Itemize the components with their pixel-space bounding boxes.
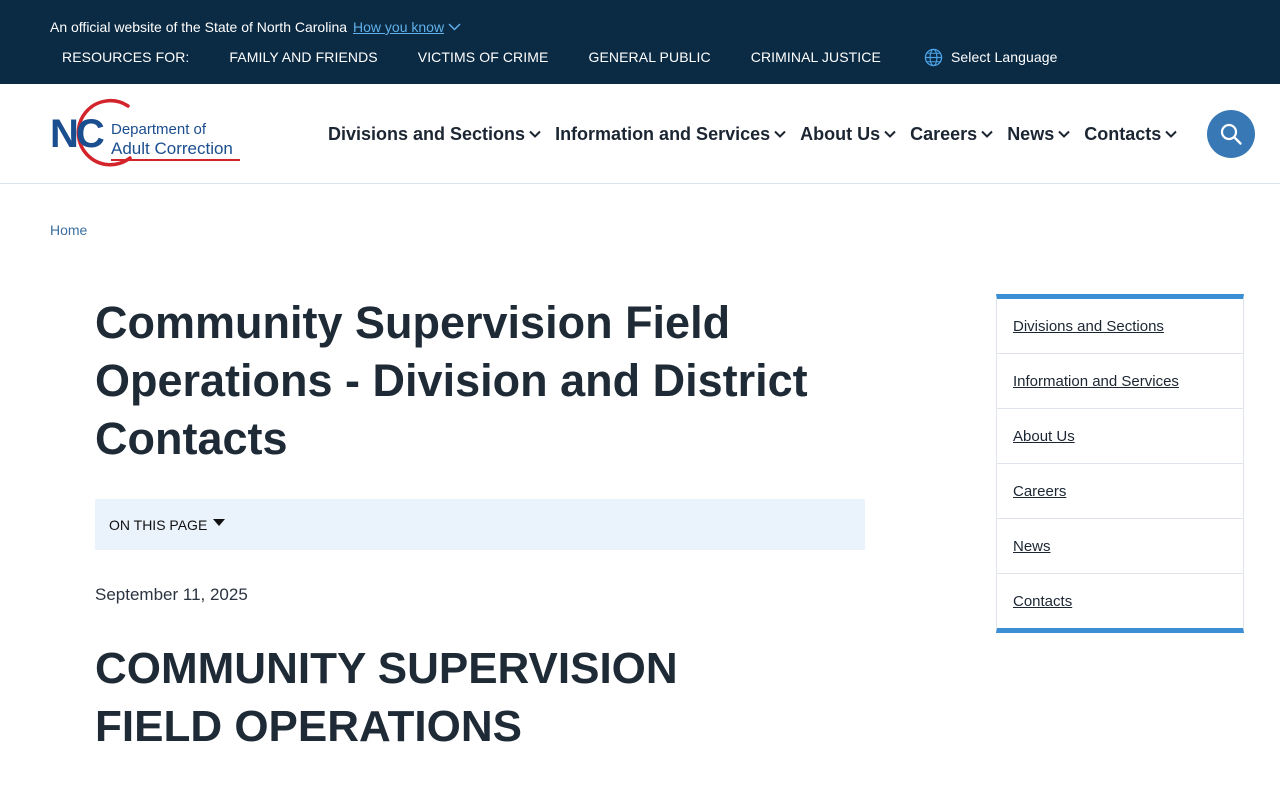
chevron-down-icon <box>1058 130 1070 138</box>
section-heading: COMMUNITY SUPERVISION FIELD OPERATIONS <box>95 644 678 751</box>
logo-line-2: Adult Correction <box>111 139 233 158</box>
how-you-know-link[interactable]: How you know <box>353 19 461 35</box>
nav-contacts[interactable]: Contacts <box>1084 124 1177 145</box>
nav-label: About Us <box>800 123 881 144</box>
official-notice: An official website of the State of Nort… <box>50 17 461 37</box>
resource-link-general-public[interactable]: GENERAL PUBLIC <box>588 49 710 65</box>
logo-underline <box>111 159 240 161</box>
nav-news[interactable]: News <box>1007 124 1070 145</box>
how-you-know-label: How you know <box>353 19 445 35</box>
sidebar-item-news[interactable]: News <box>997 519 1243 574</box>
post-date: September 11, 2025 <box>95 585 248 604</box>
sidebar-item-contacts[interactable]: Contacts <box>997 574 1243 628</box>
chevron-down-icon <box>529 130 541 138</box>
nav-label: Careers <box>910 123 978 144</box>
nav-label: Contacts <box>1084 123 1162 144</box>
nav-careers[interactable]: Careers <box>910 124 993 145</box>
nav-label: News <box>1007 123 1055 144</box>
agency-logo[interactable]: NC Department of Adult Correction <box>50 96 246 172</box>
on-this-page-toggle[interactable]: ON THIS PAGE <box>95 499 865 550</box>
globe-icon <box>924 48 943 66</box>
sidebar-item-divisions-and-sections[interactable]: Divisions and Sections <box>997 299 1243 354</box>
sidebar-item-information-and-services[interactable]: Information and Services <box>997 354 1243 409</box>
chevron-down-icon <box>884 130 896 138</box>
search-icon <box>1220 123 1242 145</box>
breadcrumb-home[interactable]: Home <box>50 222 87 238</box>
on-this-page-label: ON THIS PAGE <box>109 516 208 533</box>
page-title: Community Supervision Field Operations -… <box>95 297 808 464</box>
chevron-down-icon <box>981 130 993 138</box>
site-header: NC Department of Adult Correction Divisi… <box>0 84 1280 184</box>
nav-label: Information and Services <box>555 123 771 144</box>
language-label: Select Language <box>950 49 1058 65</box>
logo-nc: NC <box>50 112 105 156</box>
main-navigation: Divisions and Sections Information and S… <box>328 120 1191 148</box>
resource-link-criminal-justice[interactable]: CRIMINAL JUSTICE <box>751 49 881 65</box>
resource-link-victims-of-crime[interactable]: VICTIMS OF CRIME <box>418 49 549 65</box>
caret-down-icon <box>213 519 226 526</box>
resources-bar: RESOURCES FOR: FAMILY AND FRIENDS VICTIM… <box>62 46 1058 68</box>
logo-line-1: Department of <box>111 121 207 138</box>
nav-divisions-and-sections[interactable]: Divisions and Sections <box>328 124 541 145</box>
chevron-down-icon <box>1165 130 1177 138</box>
language-selector[interactable]: Select Language <box>924 48 1058 67</box>
official-banner: An official website of the State of Nort… <box>0 0 1280 84</box>
search-button[interactable] <box>1207 110 1255 158</box>
sidebar-item-careers[interactable]: Careers <box>997 464 1243 519</box>
chevron-down-icon <box>774 130 786 138</box>
nav-information-and-services[interactable]: Information and Services <box>555 124 786 145</box>
nav-about-us[interactable]: About Us <box>800 124 896 145</box>
chevron-down-icon <box>448 23 461 31</box>
resource-link-family-and-friends[interactable]: FAMILY AND FRIENDS <box>229 49 377 65</box>
official-text: An official website of the State of Nort… <box>50 19 348 35</box>
resources-label: RESOURCES FOR: <box>62 49 190 65</box>
nav-label: Divisions and Sections <box>328 123 526 144</box>
sidebar-menu: Divisions and Sections Information and S… <box>996 294 1244 633</box>
sidebar-item-about-us[interactable]: About Us <box>997 409 1243 464</box>
